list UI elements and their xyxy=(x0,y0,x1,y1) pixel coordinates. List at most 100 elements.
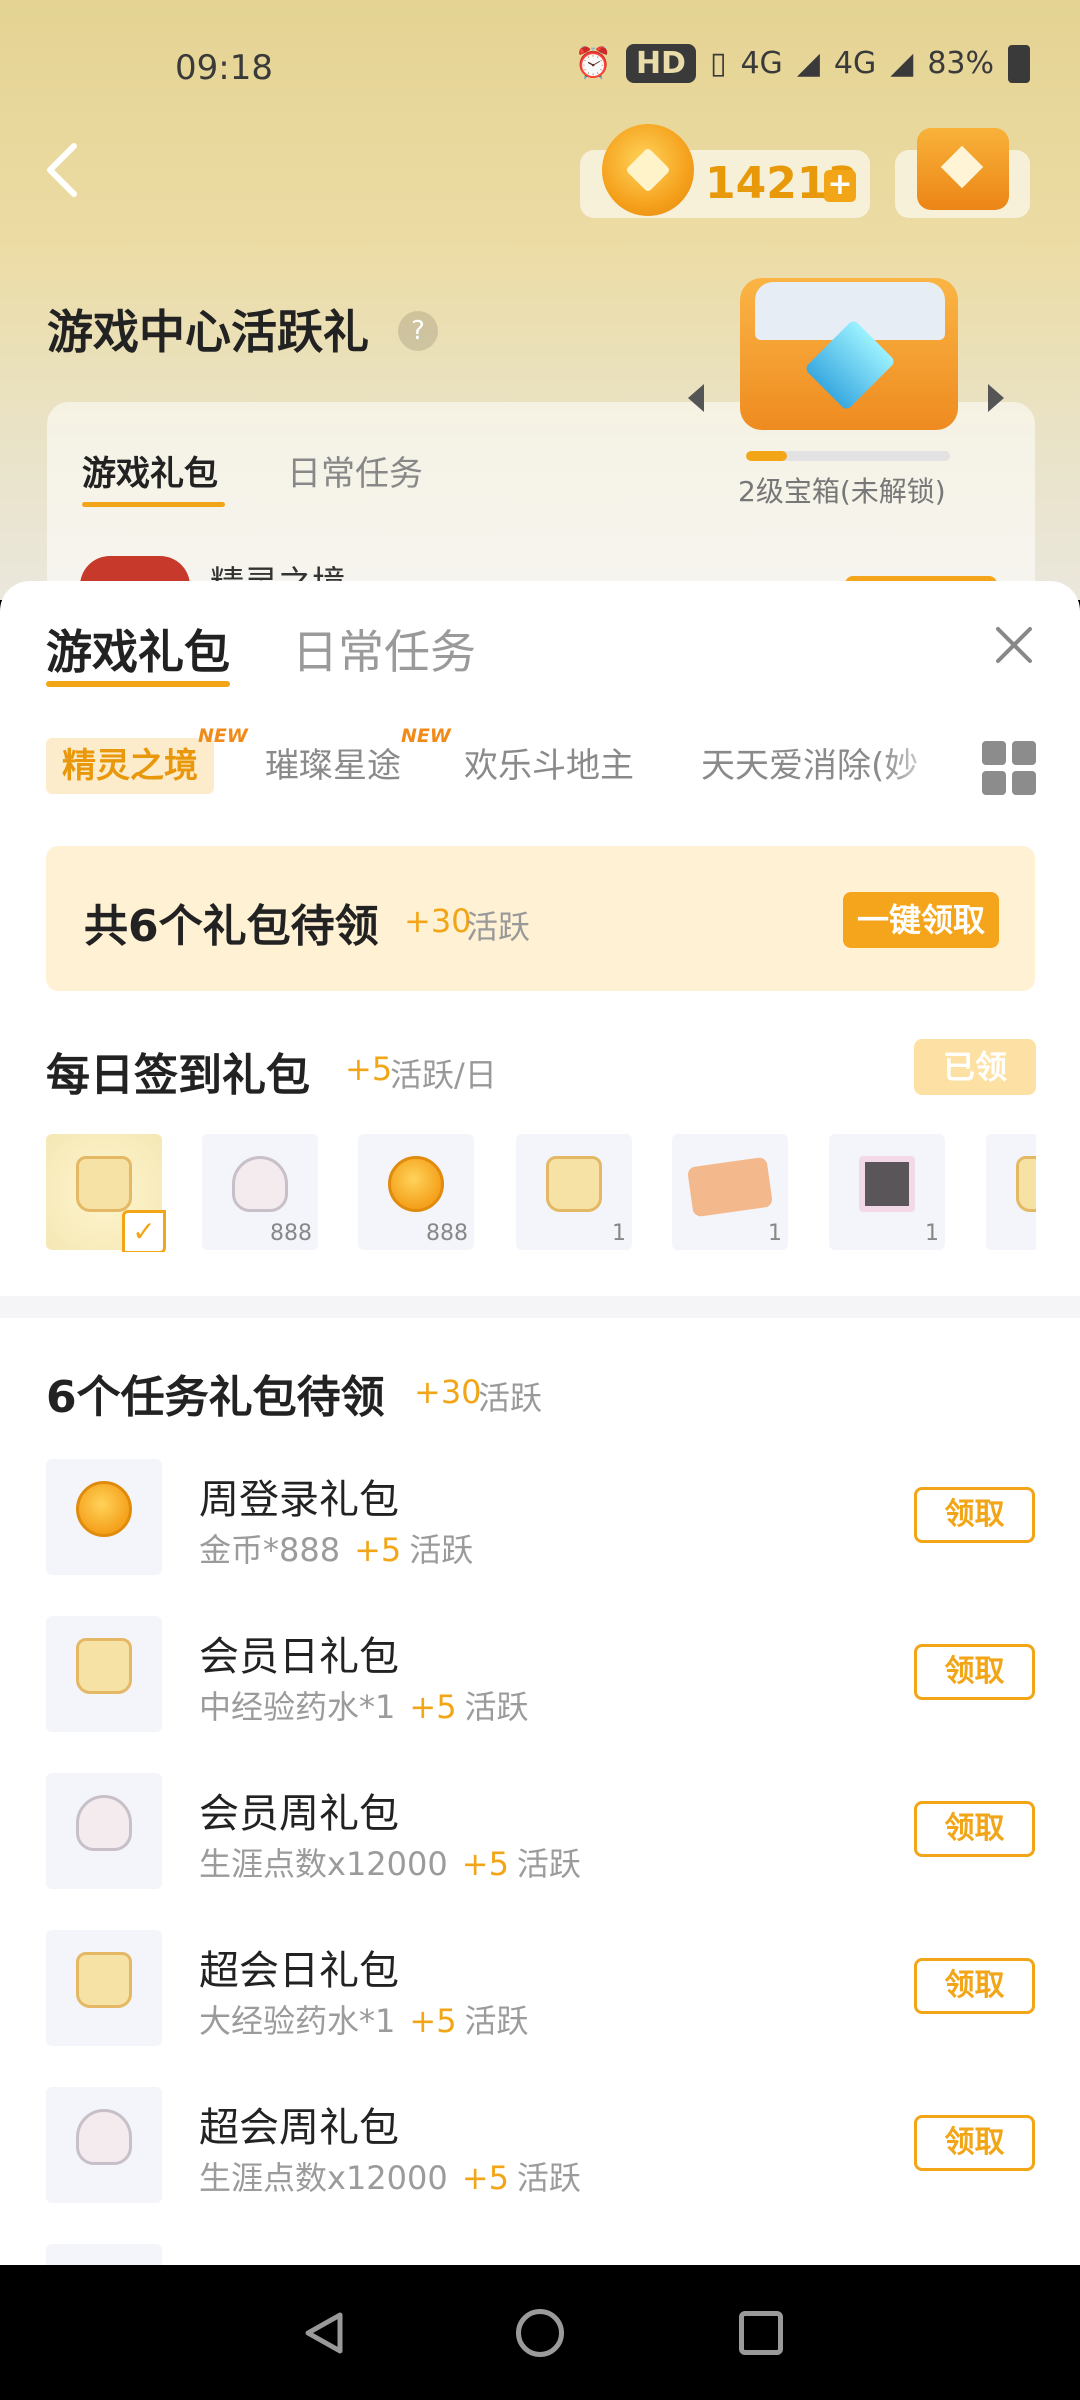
hd-icon: HD xyxy=(625,44,696,83)
add-coin-icon[interactable]: + xyxy=(824,170,856,202)
task-active-label: 活跃 xyxy=(464,2002,529,2040)
task-plus-value: +5 xyxy=(461,1845,509,1883)
task-icon-box xyxy=(46,1930,162,2046)
reward-item[interactable]: 1 xyxy=(516,1134,632,1250)
grid-menu-icon[interactable] xyxy=(982,741,1036,795)
chest-progress-bar xyxy=(746,451,950,461)
nav-home-icon[interactable] xyxy=(516,2309,564,2357)
task-name: 会员日礼包 xyxy=(199,1634,399,1680)
claim-button[interactable]: 领取 xyxy=(914,2115,1035,2171)
task-desc: 大经验药水*1 +5 活跃 xyxy=(199,1996,529,2042)
status-icons: ⏰ HD ▯ 4G ◢ 4G ◢ 83% xyxy=(575,44,1030,83)
potion-bottle-icon xyxy=(1016,1156,1036,1212)
vibrate-icon: ▯ xyxy=(709,46,727,81)
battery-icon xyxy=(1008,44,1030,83)
reward-count: 888 xyxy=(270,1221,312,1246)
reward-count: 1 xyxy=(612,1221,626,1246)
task-icon-box xyxy=(46,1773,162,1889)
network-4g-icon: 4G xyxy=(740,46,783,81)
task-active-label: 活跃 xyxy=(464,1688,529,1726)
banner-active: 活跃 xyxy=(466,908,531,946)
list-item: 会员周礼包 生涯点数x12000 +5 活跃 领取 xyxy=(0,1773,1080,1891)
task-desc-text: 生涯点数x12000 xyxy=(199,2159,448,2197)
claim-button[interactable]: 领取 xyxy=(914,1801,1035,1857)
game-tab-jingling[interactable]: 精灵之境 NEW xyxy=(46,726,248,794)
task-icon-box xyxy=(46,2087,162,2203)
help-icon[interactable]: ? xyxy=(398,311,438,351)
back-arrow-icon[interactable] xyxy=(42,140,82,200)
claim-all-button[interactable]: 一键领取 xyxy=(843,892,999,948)
nav-back-icon[interactable] xyxy=(300,2309,348,2357)
list-item: 周登录礼包 金币*888 +5 活跃 领取 xyxy=(0,1459,1080,1577)
reward-count: 888 xyxy=(426,1221,468,1246)
chest-label: 2级宝箱(未解锁) xyxy=(738,475,946,508)
claimed-button: 已领 xyxy=(914,1039,1036,1095)
background-tab-gift[interactable]: 游戏礼包 xyxy=(82,446,218,495)
potion-bottle-icon xyxy=(546,1156,602,1212)
game-tab-label: 璀璨星途 xyxy=(265,746,401,786)
task-desc-text: 中经验药水*1 xyxy=(199,1688,396,1726)
task-name: 超会日礼包 xyxy=(199,1948,399,1994)
shell-icon xyxy=(76,1795,132,1851)
task-desc: 中经验药水*1 +5 活跃 xyxy=(199,1682,529,1728)
claim-button[interactable]: 领取 xyxy=(914,1487,1035,1543)
background-tab-daily[interactable]: 日常任务 xyxy=(287,446,423,495)
task-active-label: 活跃 xyxy=(516,1845,581,1883)
new-badge: NEW xyxy=(401,725,451,747)
signin-unit: 活跃/日 xyxy=(390,1056,497,1094)
task-desc: 生涯点数x12000 +5 活跃 xyxy=(199,2153,581,2199)
star-coin-icon xyxy=(388,1156,444,1212)
chevron-right-icon[interactable] xyxy=(988,384,1004,412)
task-plus-value: +5 xyxy=(409,1688,457,1726)
close-icon[interactable] xyxy=(990,621,1038,669)
banner-plus: +30 xyxy=(404,902,472,940)
list-item xyxy=(0,2244,1080,2265)
shell-icon xyxy=(232,1156,288,1212)
coin-balance[interactable]: 14213 + xyxy=(580,124,870,218)
potion-bottle-icon xyxy=(76,1952,132,2008)
potion-bottle-icon xyxy=(76,1156,132,1212)
game-tab-bar: 精灵之境 NEW 璀璨星途 NEW 欢乐斗地主 天天爱消除(妙 xyxy=(46,726,976,798)
system-nav-bar xyxy=(0,2265,1080,2400)
nav-recents-icon[interactable] xyxy=(739,2311,783,2355)
task-icon-box xyxy=(46,1616,162,1732)
signal-icon-2: ◢ xyxy=(890,46,914,81)
photo-frame-icon xyxy=(859,1156,915,1212)
claim-button[interactable]: 领取 xyxy=(914,1958,1035,2014)
task-icon-box xyxy=(46,1459,162,1575)
task-name: 会员周礼包 xyxy=(199,1791,399,1837)
chest-button[interactable] xyxy=(895,128,1030,218)
reward-item[interactable]: 888 xyxy=(358,1134,474,1250)
chevron-left-icon[interactable] xyxy=(688,384,704,412)
reward-item[interactable] xyxy=(986,1134,1036,1250)
task-desc: 生涯点数x12000 +5 活跃 xyxy=(199,1839,581,1885)
new-badge: NEW xyxy=(198,725,248,747)
status-bar: 09:18 ⏰ HD ▯ 4G ◢ 4G ◢ 83% xyxy=(0,40,1080,100)
shell-icon xyxy=(76,2109,132,2165)
task-plus-value: +5 xyxy=(354,1531,402,1569)
game-tab-doudizhu[interactable]: 欢乐斗地主 xyxy=(464,738,634,794)
reward-item[interactable]: ✓ xyxy=(46,1134,166,1252)
claim-button[interactable]: 领取 xyxy=(914,1644,1035,1700)
reward-item[interactable]: 1 xyxy=(672,1134,788,1250)
network-4g-icon-2: 4G xyxy=(833,46,877,81)
potion-bottle-icon xyxy=(76,1638,132,1694)
signal-icon: ◢ xyxy=(796,46,820,81)
signin-reward-row: ✓ 888 888 1 1 1 xyxy=(46,1134,1036,1252)
tab-daily-tasks[interactable]: 日常任务 xyxy=(292,616,476,682)
check-icon: ✓ xyxy=(122,1210,166,1252)
reward-item[interactable]: 888 xyxy=(202,1134,318,1250)
battery-text: 83% xyxy=(927,46,994,81)
reward-item[interactable]: 1 xyxy=(829,1134,945,1250)
game-tab-label: 欢乐斗地主 xyxy=(464,746,634,786)
task-desc: 金币*888 +5 活跃 xyxy=(199,1525,473,1571)
list-item: 超会周礼包 生涯点数x12000 +5 活跃 领取 xyxy=(0,2087,1080,2205)
task-desc-text: 金币*888 xyxy=(199,1531,341,1569)
signin-title: 每日签到礼包 xyxy=(46,1050,310,1101)
signin-plus: +5 xyxy=(345,1050,393,1088)
game-tab-cuican[interactable]: 璀璨星途 NEW xyxy=(265,726,451,794)
tab-game-gifts[interactable]: 游戏礼包 xyxy=(46,616,230,682)
task-active: 活跃 xyxy=(478,1379,543,1417)
chest-progress-fill xyxy=(746,451,787,461)
task-name: 周登录礼包 xyxy=(199,1477,399,1523)
